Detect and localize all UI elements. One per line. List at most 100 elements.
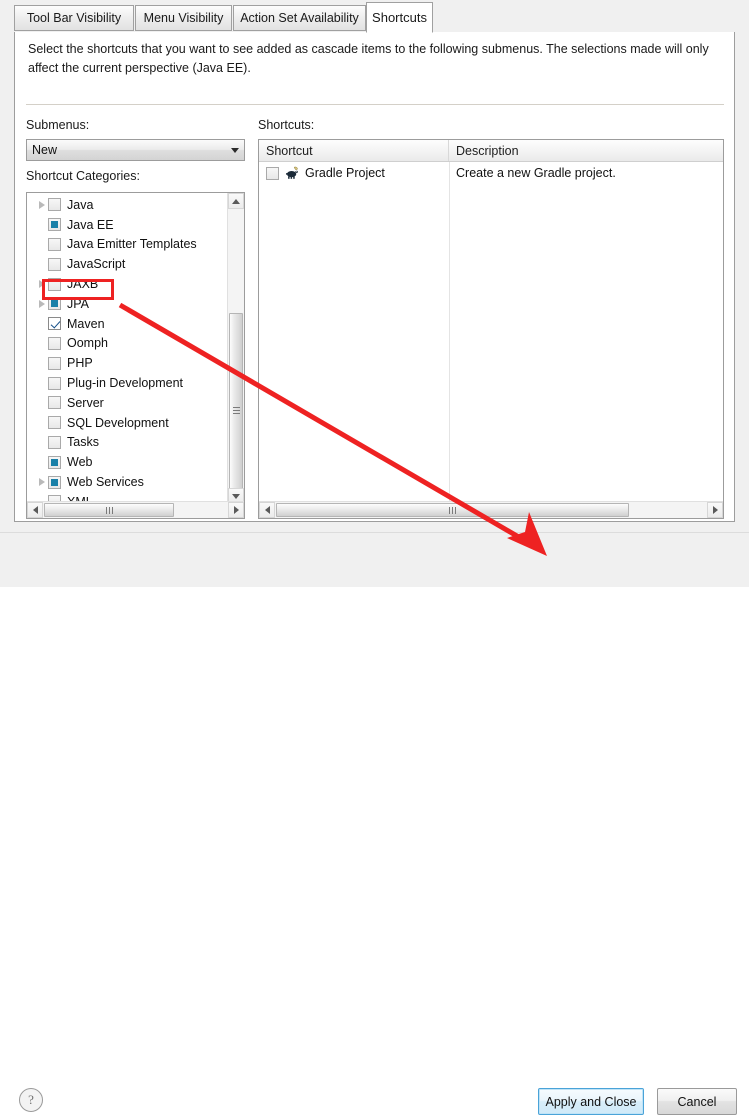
tree-vscroll-thumb[interactable] <box>229 313 243 508</box>
tree-hscroll-thumb[interactable] <box>44 503 174 517</box>
twisty-spacer <box>35 374 48 393</box>
tree-item[interactable]: SQL Development <box>27 413 230 433</box>
tree-item[interactable]: JPA <box>27 294 230 314</box>
chevron-down-icon[interactable] <box>226 148 244 153</box>
column-header-description[interactable]: Description <box>449 140 723 161</box>
twisty-spacer <box>35 255 48 274</box>
tree-item[interactable]: JAXB <box>27 274 230 294</box>
tree-item-label: Server <box>67 396 104 410</box>
expand-arrow-icon[interactable] <box>35 195 48 214</box>
column-header-shortcut[interactable]: Shortcut <box>259 140 449 161</box>
scroll-right-icon[interactable] <box>228 502 244 518</box>
scroll-up-icon[interactable] <box>228 193 244 209</box>
tree-item[interactable]: Web Services <box>27 472 230 492</box>
tab-label: Tool Bar Visibility <box>27 11 121 25</box>
tree-item[interactable]: Java <box>27 195 230 215</box>
tree-item-checkbox[interactable] <box>48 198 61 211</box>
tree-item-checkbox[interactable] <box>48 317 61 330</box>
tree-item-label: Maven <box>67 317 105 331</box>
tree-horizontal-scrollbar[interactable] <box>27 501 244 518</box>
tree-item[interactable]: Java EE <box>27 215 230 235</box>
tree-item-checkbox[interactable] <box>48 396 61 409</box>
tab-label: Shortcuts <box>372 10 427 25</box>
tab-shortcuts[interactable]: Shortcuts <box>366 2 433 33</box>
tree-rows: Java Java EE Java Emitter Templates JavaScr… <box>27 195 230 512</box>
tab-menu-visibility[interactable]: Menu Visibility <box>135 5 232 31</box>
shortcut-name: Gradle Project <box>305 166 385 180</box>
tree-item-checkbox[interactable] <box>48 416 61 429</box>
table-hscroll-thumb[interactable] <box>276 503 629 517</box>
preferences-dialog-shortcuts-page: Tool Bar Visibility Menu Visibility Acti… <box>0 0 749 586</box>
column-divider <box>449 162 450 502</box>
submenus-combobox-value: New <box>27 143 226 157</box>
apply-and-close-button[interactable]: Apply and Close <box>538 1088 644 1115</box>
tree-item-checkbox[interactable] <box>48 476 61 489</box>
tab-tool-bar-visibility[interactable]: Tool Bar Visibility <box>14 5 134 31</box>
tree-item-checkbox[interactable] <box>48 436 61 449</box>
tree-item-label: PHP <box>67 356 93 370</box>
tree-item-checkbox[interactable] <box>48 456 61 469</box>
tree-item-checkbox[interactable] <box>48 297 61 310</box>
tree-item-checkbox[interactable] <box>48 377 61 390</box>
tree-item-checkbox[interactable] <box>48 238 61 251</box>
twisty-spacer <box>35 314 48 333</box>
tree-item-checkbox[interactable] <box>48 337 61 350</box>
shortcut-categories-label: Shortcut Categories: <box>26 169 140 183</box>
tree-item[interactable]: JavaScript <box>27 254 230 274</box>
scroll-left-icon[interactable] <box>27 502 43 518</box>
page-description: Select the shortcuts that you want to se… <box>28 40 728 78</box>
tree-item[interactable]: Server <box>27 393 230 413</box>
scroll-left-icon[interactable] <box>259 502 275 518</box>
twisty-spacer <box>35 393 48 412</box>
tree-item[interactable]: Java Emitter Templates <box>27 235 230 255</box>
grip-icon <box>449 507 456 514</box>
shortcuts-table[interactable]: Shortcut Description <box>258 139 724 519</box>
table-cell-shortcut: Gradle Project <box>259 165 449 181</box>
tree-item-checkbox[interactable] <box>48 218 61 231</box>
dialog-button-bar: ? Apply and Close Cancel <box>0 532 749 587</box>
tree-item-label: SQL Development <box>67 416 169 430</box>
expand-arrow-icon[interactable] <box>35 294 48 313</box>
table-horizontal-scrollbar[interactable] <box>259 501 723 518</box>
twisty-spacer <box>35 433 48 452</box>
tree-item-label: JPA <box>67 297 89 311</box>
tree-item-label: JavaScript <box>67 257 125 271</box>
tree-item[interactable]: PHP <box>27 353 230 373</box>
expand-arrow-icon[interactable] <box>35 473 48 492</box>
tree-item[interactable]: Oomph <box>27 334 230 354</box>
tree-item[interactable]: Maven <box>27 314 230 334</box>
tree-item-label: Tasks <box>67 435 99 449</box>
row-checkbox[interactable] <box>266 167 279 180</box>
tree-item-checkbox[interactable] <box>48 357 61 370</box>
table-cell-description: Create a new Gradle project. <box>449 166 723 180</box>
tab-label: Action Set Availability <box>240 11 359 25</box>
tree-item[interactable]: Web <box>27 452 230 472</box>
shortcuts-label: Shortcuts: <box>258 118 314 132</box>
submenus-combobox[interactable]: New <box>26 139 245 161</box>
tree-item-label: JAXB <box>67 277 98 291</box>
shortcut-categories-tree[interactable]: Java Java EE Java Emitter Templates JavaScr… <box>26 192 245 519</box>
tab-label: Menu Visibility <box>144 11 224 25</box>
tree-item[interactable]: Plug-in Development <box>27 373 230 393</box>
tree-item-checkbox[interactable] <box>48 258 61 271</box>
expand-arrow-icon[interactable] <box>35 275 48 294</box>
twisty-spacer <box>35 354 48 373</box>
twisty-spacer <box>35 413 48 432</box>
tree-vertical-scrollbar[interactable] <box>227 193 244 504</box>
scroll-right-icon[interactable] <box>707 502 723 518</box>
tree-item-checkbox[interactable] <box>48 278 61 291</box>
grip-icon <box>233 407 240 414</box>
tree-item[interactable]: Tasks <box>27 433 230 453</box>
gradle-elephant-icon <box>285 165 301 181</box>
shortcuts-panel: Select the shortcuts that you want to se… <box>14 32 735 522</box>
table-row[interactable]: Gradle Project Create a new Gradle proje… <box>259 162 723 184</box>
tree-item-label: Web <box>67 455 92 469</box>
twisty-spacer <box>35 453 48 472</box>
tree-item-label: Java <box>67 198 93 212</box>
twisty-spacer <box>35 215 48 234</box>
help-icon[interactable]: ? <box>19 1088 43 1112</box>
twisty-spacer <box>35 235 48 254</box>
tab-action-set-availability[interactable]: Action Set Availability <box>233 5 366 31</box>
cancel-button[interactable]: Cancel <box>657 1088 737 1115</box>
tree-item-label: Java Emitter Templates <box>67 237 197 251</box>
